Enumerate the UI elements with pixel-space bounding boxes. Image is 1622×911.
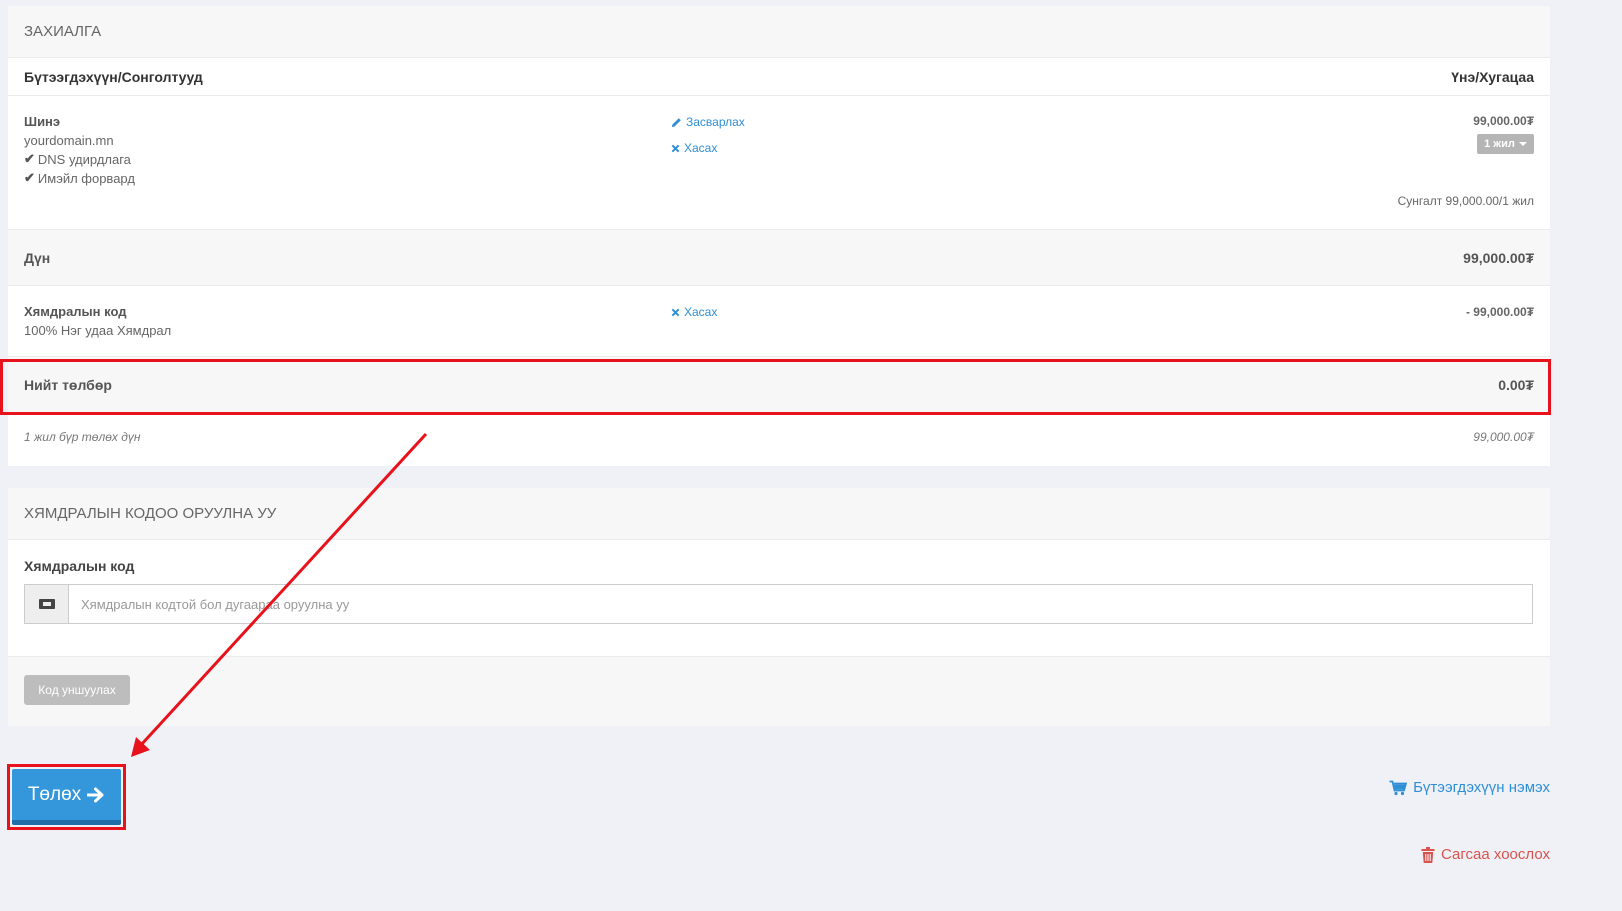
order-summary-panel: ЗАХИАЛГА Бүтээгдэхүүн/Сонголтууд Үнэ/Хуг… <box>8 6 1550 466</box>
remove-discount-link[interactable]: Хасах <box>671 305 717 319</box>
item-price: 99,000.00₮ <box>1473 114 1534 128</box>
addon-item: ✔ DNS удирдлага <box>24 151 131 167</box>
addon-label: DNS удирдлага <box>37 151 131 167</box>
continue-shopping-label: Бүтээгдэхүүн нэмэх <box>1413 779 1550 796</box>
edit-item-link[interactable]: Засварлах <box>671 115 745 129</box>
trash-icon <box>1421 846 1435 863</box>
arrow-right-icon <box>87 787 104 802</box>
total-due-value: 0.00₮ <box>1498 376 1534 393</box>
recurring-label: 1 жил бүр төлөх дүн <box>24 430 141 444</box>
checkout-highlight-box: Төлөх <box>7 764 126 830</box>
discount-description: 100% Нэг удаа Хямдрал <box>24 323 172 338</box>
promo-input-group <box>24 584 1533 624</box>
edit-item-label: Засварлах <box>686 115 745 129</box>
order-summary-heading: ЗАХИАЛГА <box>8 6 1550 58</box>
promo-footer: Код уншуулах <box>8 656 1550 726</box>
check-icon: ✔ <box>24 151 35 166</box>
discount-row: Хямдралын код 100% Нэг удаа Хямдрал Хаса… <box>8 286 1550 357</box>
validate-code-button[interactable]: Код уншуулах <box>24 675 130 705</box>
subtotal-value: 99,000.00₮ <box>1463 249 1534 266</box>
promo-code-label: Хямдралын код <box>24 558 135 574</box>
product-column-label: Бүтээгдэхүүн/Сонголтууд <box>24 68 203 85</box>
ticket-icon <box>38 599 55 609</box>
price-column-label: Үнэ/Хугацаа <box>1451 68 1534 85</box>
remove-item-label: Хасах <box>684 141 718 155</box>
addon-label: Имэйл форвард <box>37 170 135 186</box>
cart-item-row: Шинэ yourdomain.mn ✔ DNS удирдлага ✔ Имэ… <box>8 96 1550 230</box>
order-column-header: Бүтээгдэхүүн/Сонголтууд Үнэ/Хугацаа <box>8 58 1550 96</box>
subtotal-label: Дүн <box>24 249 51 266</box>
discount-amount: - 99,000.00₮ <box>1465 305 1534 319</box>
discount-title: Хямдралын код <box>24 304 127 319</box>
addon-item: ✔ Имэйл форвард <box>24 170 135 186</box>
total-due-label: Нийт төлбөр <box>24 376 112 393</box>
times-icon <box>671 144 680 152</box>
cart-plus-icon <box>1389 780 1408 795</box>
checkout-button[interactable]: Төлөх <box>12 769 121 825</box>
recurring-value: 99,000.00₮ <box>1473 430 1534 444</box>
checkout-label: Төлөх <box>27 783 82 805</box>
promo-input-addon <box>25 585 69 623</box>
continue-shopping-link[interactable]: Бүтээгдэхүүн нэмэх <box>1389 779 1550 796</box>
promo-code-panel: ХЯМДРАЛЫН КОДОО ОРУУЛНА УУ Хямдралын код… <box>8 488 1550 726</box>
item-domain: yourdomain.mn <box>24 133 114 148</box>
billing-period-value: 1 жил <box>1484 138 1515 150</box>
empty-cart-label: Сагсаа хоослох <box>1441 846 1550 863</box>
renewal-price: Сунгалт 99,000.00/1 жил <box>1397 194 1534 208</box>
empty-cart-link[interactable]: Сагсаа хоослох <box>1421 846 1550 863</box>
subtotal-row: Дүн 99,000.00₮ <box>8 230 1550 286</box>
recurring-row: 1 жил бүр төлөх дүн 99,000.00₮ <box>8 412 1550 462</box>
check-icon: ✔ <box>24 170 35 185</box>
promo-code-input[interactable] <box>69 585 1532 623</box>
remove-item-link[interactable]: Хасах <box>671 141 717 155</box>
item-name: Шинэ <box>24 114 61 129</box>
total-due-row: Нийт төлбөр 0.00₮ <box>8 357 1550 412</box>
times-icon <box>671 308 680 316</box>
caret-down-icon <box>1518 142 1527 146</box>
promo-heading: ХЯМДРАЛЫН КОДОО ОРУУЛНА УУ <box>8 488 1550 540</box>
billing-period-dropdown[interactable]: 1 жил <box>1477 134 1534 154</box>
remove-discount-label: Хасах <box>684 305 718 319</box>
pencil-icon <box>671 117 681 127</box>
